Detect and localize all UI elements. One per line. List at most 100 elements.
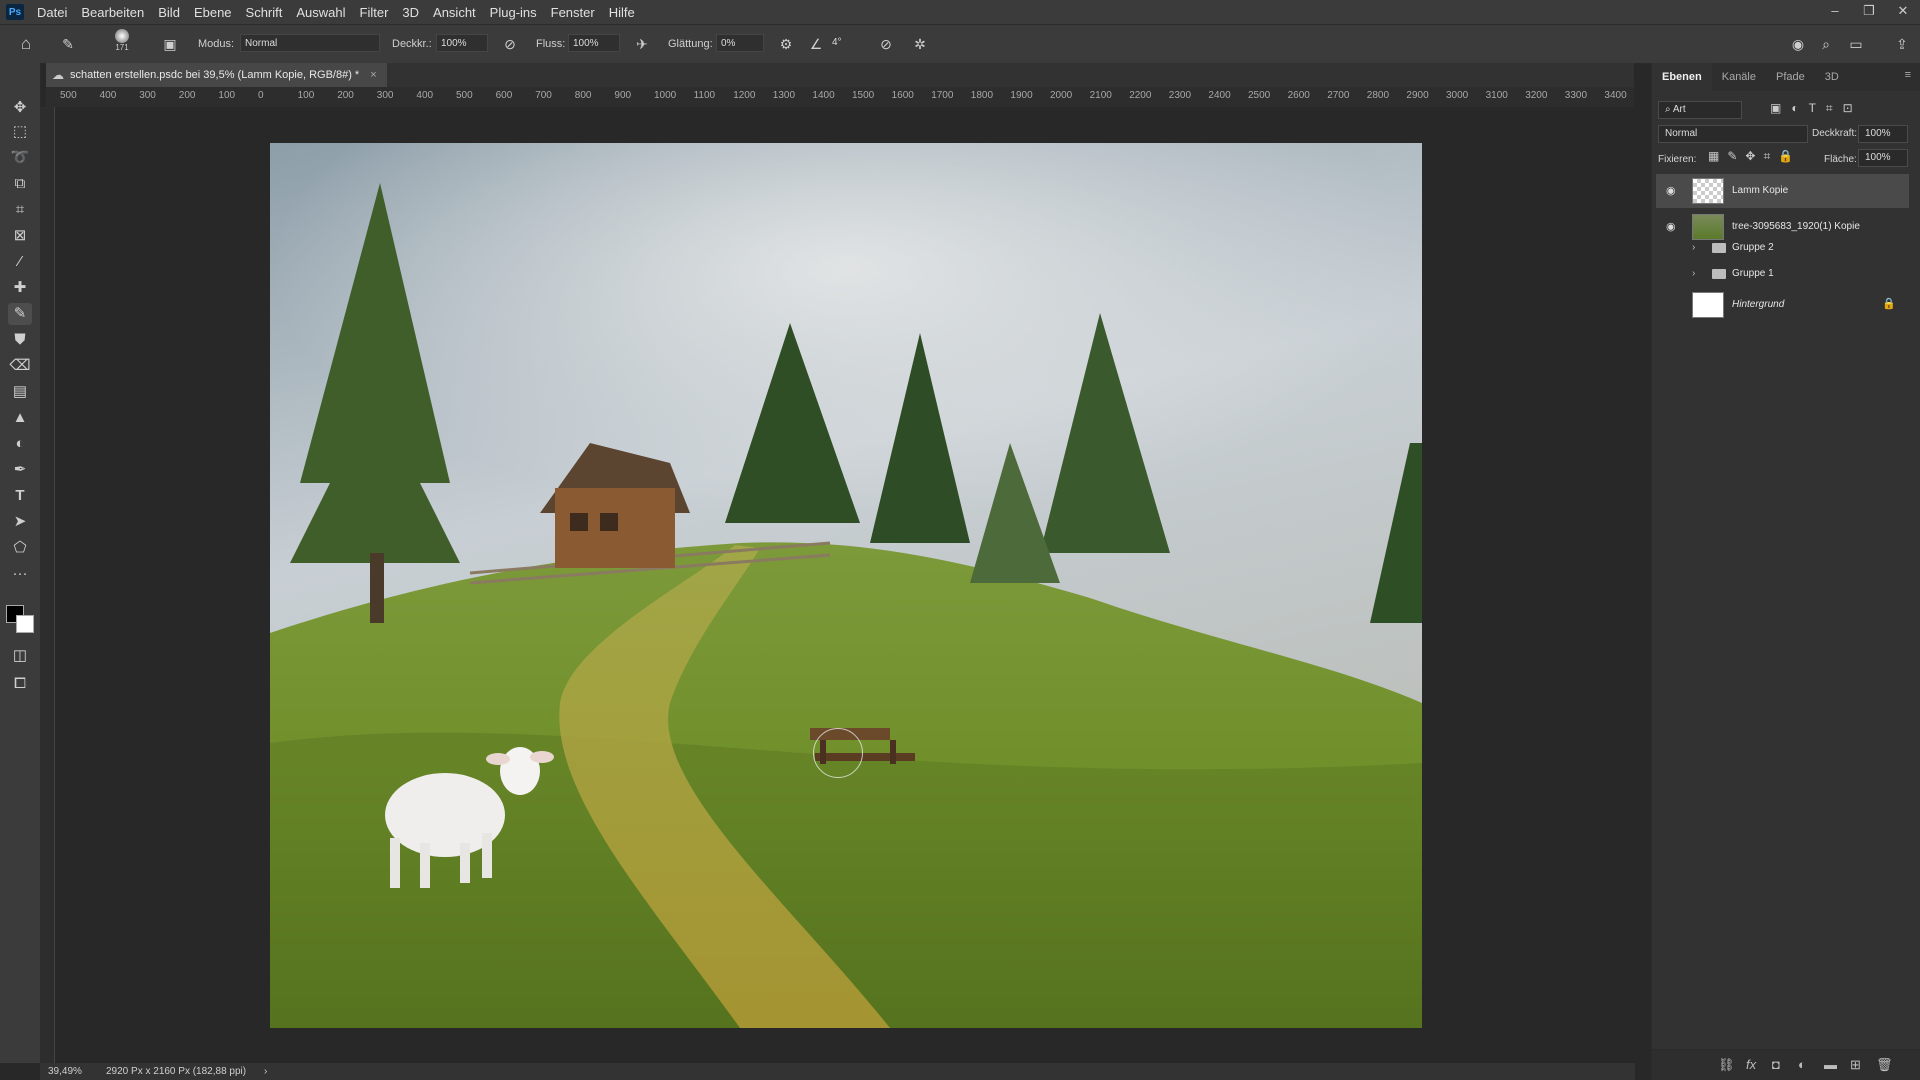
pressure-opacity-icon[interactable]: ⊘ bbox=[500, 34, 520, 54]
expand-chevron-icon[interactable]: › bbox=[1692, 242, 1695, 253]
brush-tool-icon[interactable]: ✎ bbox=[8, 303, 32, 325]
blend-mode-select[interactable]: Normal bbox=[1658, 125, 1808, 143]
dodge-tool-icon[interactable]: ◐ bbox=[8, 433, 32, 455]
menu-auswahl[interactable]: Auswahl bbox=[289, 5, 352, 20]
ruler-tick-label: 1900 bbox=[1010, 90, 1033, 101]
crop-tool-icon[interactable]: ⌗ bbox=[8, 199, 32, 221]
flow-input[interactable]: 100% bbox=[568, 34, 620, 52]
share-icon[interactable]: ⇪ bbox=[1892, 34, 1912, 54]
adjustment-layer-icon[interactable]: ◐ bbox=[1798, 1057, 1806, 1072]
menu-hilfe[interactable]: Hilfe bbox=[602, 5, 642, 20]
new-group-icon[interactable]: ▬ bbox=[1824, 1057, 1837, 1072]
link-layers-icon[interactable]: ⛓ bbox=[1718, 1057, 1735, 1073]
account-icon[interactable]: ◉ bbox=[1788, 34, 1808, 54]
layer-filter-icons[interactable]: ▣◐T⌗⊡ bbox=[1770, 101, 1863, 116]
move-tool-icon[interactable]: ✥ bbox=[8, 97, 32, 119]
zoom-level[interactable]: 39,49% bbox=[48, 1063, 82, 1080]
clone-stamp-tool-icon[interactable]: ⛊ bbox=[8, 329, 32, 351]
layer-filter-select[interactable]: ⌕ Art bbox=[1658, 101, 1742, 119]
close-window-button[interactable]: ✕ bbox=[1886, 0, 1920, 24]
fill-input[interactable]: 100% bbox=[1858, 149, 1908, 167]
path-selection-tool-icon[interactable]: ➤ bbox=[8, 511, 32, 533]
layer-opacity-input[interactable]: 100% bbox=[1858, 125, 1908, 143]
pen-tool-icon[interactable]: ✒ bbox=[8, 459, 32, 481]
add-mask-icon[interactable]: ◘ bbox=[1772, 1057, 1780, 1072]
object-selection-tool-icon[interactable]: ⧉ bbox=[8, 173, 32, 195]
home-icon[interactable]: ⌂ bbox=[16, 34, 36, 54]
layer-group-2[interactable]: › Gruppe 2 bbox=[1656, 236, 1909, 260]
visibility-eye-icon[interactable]: ◉ bbox=[1666, 221, 1680, 233]
layer-group-1[interactable]: › Gruppe 1 bbox=[1656, 262, 1909, 286]
close-tab-icon[interactable]: × bbox=[370, 69, 376, 81]
blur-tool-icon[interactable]: ▲ bbox=[8, 407, 32, 429]
lock-icons[interactable]: ▦✎✥⌗🔒 bbox=[1708, 149, 1801, 164]
background-color-swatch[interactable] bbox=[16, 615, 34, 633]
ruler-tick-label: 1000 bbox=[654, 90, 677, 101]
menu-bild[interactable]: Bild bbox=[151, 5, 187, 20]
minimize-button[interactable]: – bbox=[1818, 0, 1852, 24]
symmetry-icon[interactable]: ✲ bbox=[910, 34, 930, 54]
brush-tool-preset-icon[interactable]: ✎ bbox=[58, 34, 78, 54]
restore-button[interactable]: ❐ bbox=[1852, 0, 1886, 24]
layer-lamm-kopie[interactable]: ◉ Lamm Kopie bbox=[1656, 174, 1909, 208]
type-tool-icon[interactable]: T bbox=[8, 485, 32, 507]
new-layer-icon[interactable]: ⊞ bbox=[1850, 1057, 1861, 1073]
brush-settings-icon[interactable]: ▣ bbox=[160, 34, 180, 54]
menu-ansicht[interactable]: Ansicht bbox=[426, 5, 483, 20]
lasso-tool-icon[interactable]: ➰ bbox=[8, 147, 32, 169]
menu-datei[interactable]: Datei bbox=[30, 5, 74, 20]
vertical-ruler[interactable] bbox=[40, 107, 55, 1063]
gradient-tool-icon[interactable]: ▤ bbox=[8, 381, 32, 403]
eyedropper-tool-icon[interactable]: ⁄ bbox=[8, 251, 32, 273]
layer-name: Gruppe 2 bbox=[1732, 242, 1774, 253]
mode-select[interactable]: Normal bbox=[240, 34, 380, 52]
menu-plugins[interactable]: Plug-ins bbox=[483, 5, 544, 20]
airbrush-icon[interactable]: ✈ bbox=[632, 34, 652, 54]
horizontal-ruler[interactable]: 500 400 300 200 100 0 100 200 300 400 500 600 700 800… bbox=[46, 87, 1634, 108]
menu-schrift[interactable]: Schrift bbox=[239, 5, 290, 20]
options-bar: ⌂ ✎ 171 ▣ Modus: Normal Deckkr.: 100% ⊘ … bbox=[0, 24, 1920, 64]
ruler-tick-label: 3300 bbox=[1564, 90, 1588, 101]
menu-bearbeiten[interactable]: Bearbeiten bbox=[74, 5, 151, 20]
flow-label: Fluss: bbox=[536, 38, 566, 50]
cloud-document-icon: ☁ bbox=[52, 68, 64, 82]
status-menu-arrow[interactable]: › bbox=[264, 1063, 267, 1080]
delete-layer-icon[interactable]: 🗑 bbox=[1876, 1057, 1893, 1073]
smoothing-options-gear-icon[interactable]: ⚙ bbox=[776, 34, 796, 54]
opacity-input[interactable]: 100% bbox=[436, 34, 488, 52]
ruler-tick-label: 600 bbox=[495, 90, 513, 101]
brush-preview[interactable]: 171 bbox=[112, 29, 132, 52]
screen-mode-icon[interactable]: ⧠ bbox=[8, 673, 32, 695]
tab-3d[interactable]: 3D bbox=[1815, 63, 1849, 91]
tab-pfade[interactable]: Pfade bbox=[1766, 63, 1815, 91]
tab-ebenen[interactable]: Ebenen bbox=[1652, 63, 1712, 91]
menu-ebene[interactable]: Ebene bbox=[187, 5, 239, 20]
quick-mask-icon[interactable]: ◫ bbox=[8, 645, 32, 667]
smoothing-input[interactable]: 0% bbox=[716, 34, 764, 52]
document-tab[interactable]: ☁ schatten erstellen.psdc bei 39,5% (Lam… bbox=[46, 63, 387, 87]
ruler-tick-label: 2500 bbox=[1248, 90, 1271, 101]
menu-3d[interactable]: 3D bbox=[395, 5, 426, 20]
marquee-tool-icon[interactable]: ⬚ bbox=[8, 121, 32, 143]
tab-kanaele[interactable]: Kanäle bbox=[1712, 63, 1766, 91]
shape-tool-icon[interactable]: ⬠ bbox=[8, 537, 32, 559]
panel-menu-icon[interactable]: ≡ bbox=[1905, 69, 1911, 81]
layer-hintergrund[interactable]: Hintergrund 🔒 bbox=[1656, 288, 1909, 322]
smoothing-label: Glättung: bbox=[668, 38, 713, 50]
canvas-area[interactable] bbox=[55, 107, 1635, 1062]
eraser-tool-icon[interactable]: ⌫ bbox=[8, 355, 32, 377]
document-canvas[interactable] bbox=[270, 143, 1422, 1028]
search-icon[interactable]: ⌕ bbox=[1816, 34, 1836, 54]
frame-tool-icon[interactable]: ⊠ bbox=[8, 225, 32, 247]
visibility-eye-icon[interactable]: ◉ bbox=[1666, 185, 1680, 197]
ruler-tick-label: 1800 bbox=[970, 90, 994, 101]
layer-style-fx-icon[interactable]: fx bbox=[1746, 1057, 1756, 1072]
pressure-size-icon[interactable]: ⊘ bbox=[876, 34, 896, 54]
menu-fenster[interactable]: Fenster bbox=[544, 5, 602, 20]
healing-brush-tool-icon[interactable]: ✚ bbox=[8, 277, 32, 299]
workspace-icon[interactable]: ▭ bbox=[1846, 34, 1866, 54]
expand-chevron-icon[interactable]: › bbox=[1692, 268, 1695, 279]
more-tools-icon[interactable]: ··· bbox=[8, 563, 32, 585]
angle-input[interactable]: 4° bbox=[828, 34, 858, 52]
menu-filter[interactable]: Filter bbox=[353, 5, 396, 20]
